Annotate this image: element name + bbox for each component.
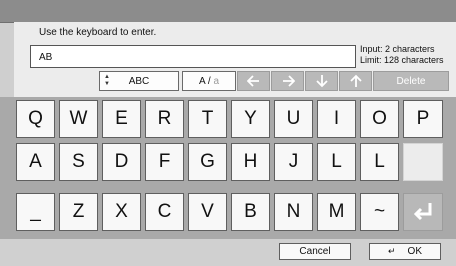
arrow-right-icon	[282, 75, 295, 87]
key-tilde[interactable]: ~	[360, 193, 399, 231]
key-z[interactable]: Z	[59, 193, 98, 231]
case-toggle-button[interactable]: A / a	[182, 71, 236, 91]
key-p[interactable]: P	[403, 100, 443, 138]
ok-button[interactable]: ↵ OK	[369, 243, 441, 260]
cursor-left-button[interactable]	[237, 71, 270, 91]
key-c[interactable]: C	[145, 193, 184, 231]
key-t[interactable]: T	[188, 100, 227, 138]
enter-icon	[413, 203, 432, 221]
updown-arrows-icon: ▲ ▼	[104, 74, 110, 87]
key-underscore[interactable]: _	[16, 193, 55, 231]
cursor-right-button[interactable]	[271, 71, 304, 91]
case-toggle-sub: a	[213, 75, 220, 87]
arrow-down-icon	[315, 75, 328, 88]
cancel-label: Cancel	[299, 246, 331, 257]
delete-label: Delete	[396, 75, 426, 87]
enter-small-icon: ↵	[388, 246, 396, 256]
key-blank	[403, 143, 443, 181]
key-l-2[interactable]: L	[360, 143, 399, 181]
instruction-text: Use the keyboard to enter.	[39, 27, 157, 38]
cursor-down-button[interactable]	[305, 71, 338, 91]
key-d[interactable]: D	[102, 143, 141, 181]
key-n[interactable]: N	[274, 193, 313, 231]
key-m[interactable]: M	[317, 193, 356, 231]
key-h[interactable]: H	[231, 143, 270, 181]
case-toggle-main: A /	[198, 75, 211, 87]
character-info: Input: 2 characters Limit: 128 character…	[360, 44, 444, 66]
arrow-up-icon	[349, 74, 362, 87]
abc-label: ABC	[128, 75, 150, 87]
ok-label: OK	[407, 246, 422, 257]
key-r[interactable]: R	[145, 100, 184, 138]
top-bar	[0, 0, 456, 23]
key-j[interactable]: J	[274, 143, 313, 181]
key-y[interactable]: Y	[231, 100, 270, 138]
cursor-up-button[interactable]	[339, 71, 372, 91]
key-s[interactable]: S	[59, 143, 98, 181]
enter-key[interactable]	[403, 193, 443, 231]
delete-button[interactable]: Delete	[373, 71, 449, 91]
key-b[interactable]: B	[231, 193, 270, 231]
key-i[interactable]: I	[317, 100, 356, 138]
key-l[interactable]: L	[317, 143, 356, 181]
key-u[interactable]: U	[274, 100, 313, 138]
key-q[interactable]: Q	[16, 100, 55, 138]
key-v[interactable]: V	[188, 193, 227, 231]
key-g[interactable]: G	[188, 143, 227, 181]
key-x[interactable]: X	[102, 193, 141, 231]
text-input[interactable]: AB	[30, 45, 356, 68]
key-w[interactable]: W	[59, 100, 98, 138]
key-f[interactable]: F	[145, 143, 184, 181]
key-a[interactable]: A	[16, 143, 55, 181]
arrow-left-icon	[246, 75, 259, 87]
input-count: Input: 2 characters	[360, 44, 435, 54]
abc-mode-selector[interactable]: ▲ ▼ ABC	[99, 71, 179, 91]
character-limit: Limit: 128 characters	[360, 55, 444, 65]
cancel-button[interactable]: Cancel	[279, 243, 351, 260]
key-o[interactable]: O	[360, 100, 399, 138]
key-e[interactable]: E	[102, 100, 141, 138]
